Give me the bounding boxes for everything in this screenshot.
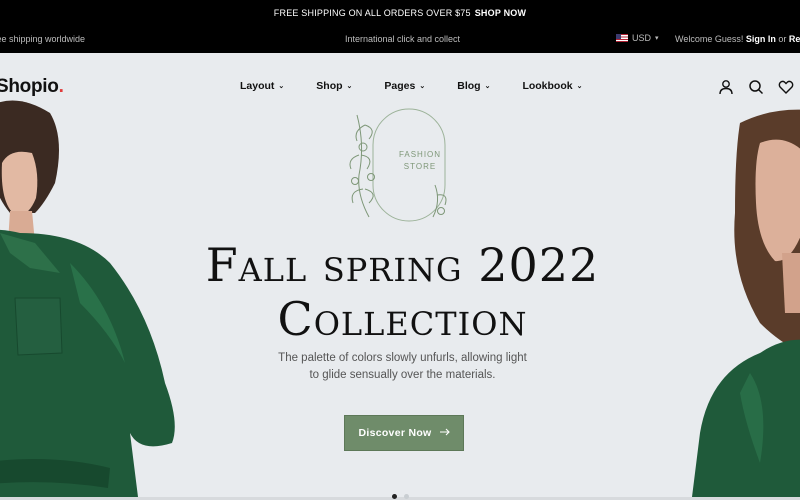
nav-item-blog[interactable]: Blog ⌄: [457, 80, 490, 92]
currency-selector[interactable]: USD ▾: [616, 33, 659, 43]
slide-dot-2[interactable]: [404, 494, 409, 499]
nav-label: Lookbook: [522, 80, 573, 92]
hero-subtitle-line1: The palette of colors slowly unfurls, al…: [278, 352, 527, 364]
arrow-right-icon: [439, 427, 450, 439]
hero-subtitle-line2: to glide sensually over the materials.: [309, 369, 496, 381]
nav-label: Layout: [240, 80, 275, 92]
discover-now-label: Discover Now: [358, 427, 432, 439]
sign-in-link[interactable]: Sign In: [746, 34, 776, 44]
hero-banner: Shopio. Layout ⌄ Shop ⌄ Pages ⌄ Blog ⌄ L…: [0, 53, 800, 500]
nav-label: Pages: [384, 80, 416, 92]
chevron-down-icon: ⌄: [346, 83, 353, 90]
chevron-down-icon: ⌄: [484, 83, 491, 90]
nav-item-pages[interactable]: Pages ⌄: [384, 80, 425, 92]
nav-item-layout[interactable]: Layout ⌄: [240, 80, 284, 92]
top-info-bar: Free shipping worldwide International cl…: [0, 26, 800, 53]
header-icons: [718, 79, 794, 95]
register-link[interactable]: Register: [789, 34, 800, 44]
logo-text: Shopio: [0, 76, 59, 97]
slider-dots: [392, 494, 409, 499]
chevron-down-icon: ▾: [655, 35, 659, 42]
site-logo[interactable]: Shopio.: [0, 76, 64, 98]
discover-now-button[interactable]: Discover Now: [344, 415, 464, 451]
chevron-down-icon: ⌄: [576, 83, 583, 90]
search-icon[interactable]: [748, 79, 764, 95]
currency-label: USD: [632, 33, 652, 43]
badge-line-store: STORE: [403, 162, 437, 171]
main-nav: Layout ⌄ Shop ⌄ Pages ⌄ Blog ⌄ Lookbook …: [240, 80, 582, 92]
badge-line-fashion: FASHION: [398, 150, 442, 159]
nav-label: Shop: [316, 80, 343, 92]
badge-text: FASHION STORE: [386, 149, 454, 173]
chevron-down-icon: ⌄: [419, 83, 426, 90]
logo-dot: .: [58, 76, 64, 97]
hero-title: Fall spring 2022 Collection: [0, 238, 800, 346]
heart-icon[interactable]: [778, 79, 794, 95]
welcome-text: Welcome Guess! Sign In or Register: [675, 34, 800, 44]
shop-now-link[interactable]: SHOP NOW: [475, 8, 526, 18]
nav-label: Blog: [457, 80, 481, 92]
hero-subtitle: The palette of colors slowly unfurls, al…: [0, 350, 800, 384]
hero-title-line1: Fall spring 2022: [205, 238, 600, 292]
hero-title-line2: Collection: [277, 292, 528, 346]
nav-item-shop[interactable]: Shop ⌄: [316, 80, 352, 92]
nav-item-lookbook[interactable]: Lookbook ⌄: [522, 80, 582, 92]
announcement-text: FREE SHIPPING ON ALL ORDERS OVER $75: [273, 8, 471, 18]
welcome-prefix: Welcome Guess!: [675, 34, 744, 44]
us-flag-icon: [616, 34, 628, 42]
announcement-bar: FREE SHIPPING ON ALL ORDERS OVER $75 SHO…: [0, 0, 800, 26]
chevron-down-icon: ⌄: [278, 83, 285, 90]
or-text: or: [778, 34, 787, 44]
slide-dot-1[interactable]: [392, 494, 397, 499]
user-icon[interactable]: [718, 79, 734, 95]
